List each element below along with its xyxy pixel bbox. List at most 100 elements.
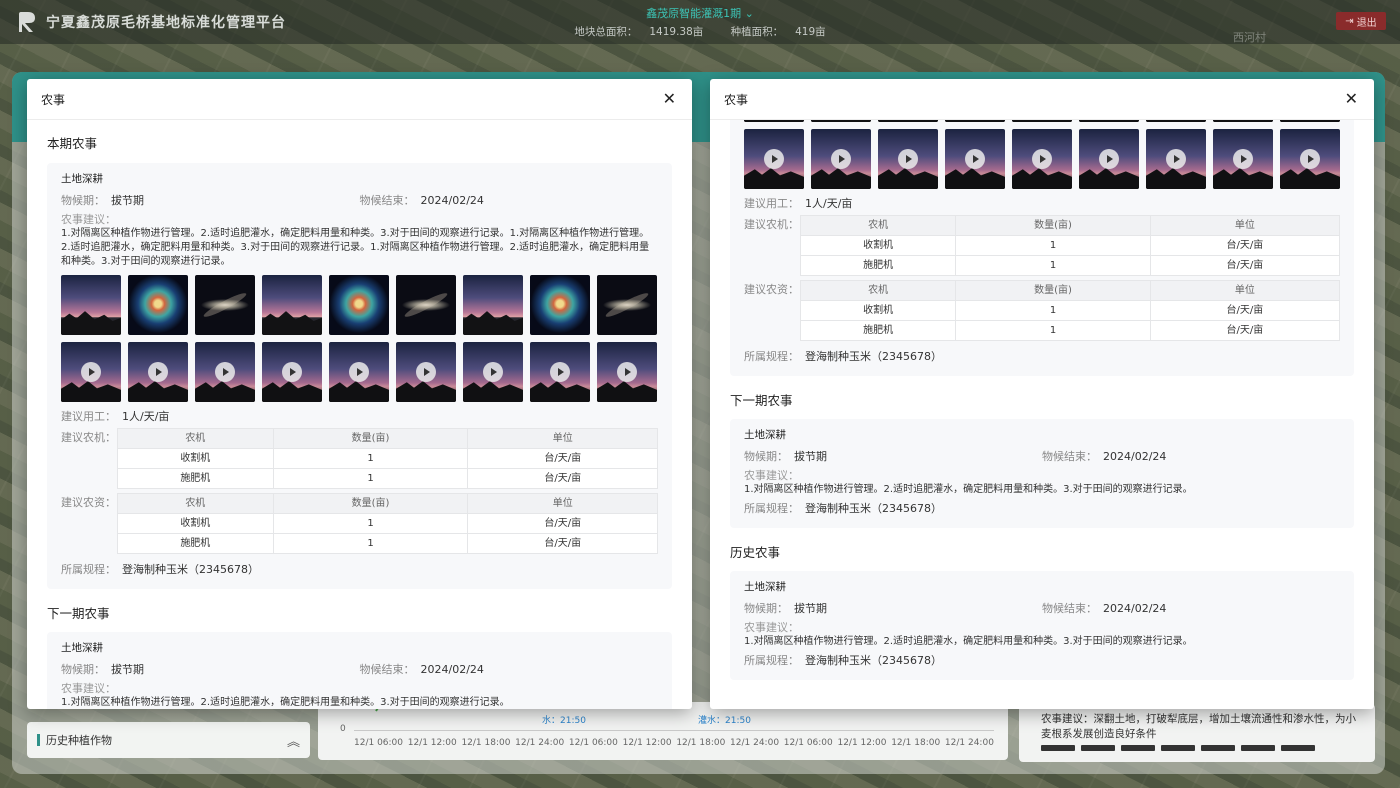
logout-button[interactable]: ⇥ 退出 — [1336, 12, 1386, 30]
advice-text: 1.对隔离区种植作物进行管理。2.适时追肥灌水，确定肥料用量和种类。3.对于田间… — [61, 697, 510, 708]
video-thumbnail[interactable] — [1146, 120, 1206, 122]
x-axis-ticks: 12/1 06:00 12/1 12:00 12/1 18:00 12/1 24… — [354, 738, 994, 748]
table-header: 单位 — [1149, 280, 1341, 301]
close-icon[interactable]: ✕ — [1345, 91, 1358, 107]
video-thumbnail[interactable] — [262, 342, 322, 402]
section-title-current: 本期农事 — [47, 136, 98, 151]
materials-label: 建议农资： — [61, 496, 116, 509]
modal-header: 农事 ✕ — [710, 79, 1374, 120]
x-tick: 12/1 06:00 — [354, 738, 404, 748]
y-tick-zero: 0 — [340, 724, 346, 734]
video-thumbnail[interactable] — [811, 129, 871, 189]
photo-thumbnail[interactable] — [329, 275, 389, 335]
phenology-label: 物候期： — [61, 662, 105, 676]
logout-icon: ⇥ — [1345, 15, 1354, 27]
current-farming-card: 土地深耕 物候期： 拔节期 物候结束： 2024/02/24 农事建议： 1.对隔离… — [47, 163, 672, 589]
video-thumbnail[interactable] — [195, 342, 255, 402]
farming-title: 土地深耕 — [744, 429, 786, 441]
photo-thumbnail[interactable] — [128, 275, 188, 335]
base-selector[interactable]: 鑫茂原智能灌溉1期 ⌄ — [0, 5, 1400, 21]
rule-value: 登海制种玉米（2345678） — [805, 654, 942, 667]
media-gallery — [61, 275, 658, 402]
video-thumbnail[interactable] — [396, 342, 456, 402]
phenology-label: 物候期： — [744, 449, 788, 463]
video-thumbnail[interactable] — [61, 342, 121, 402]
close-icon[interactable]: ✕ — [663, 91, 676, 107]
x-tick: 12/1 12:00 — [407, 738, 457, 748]
video-thumbnail[interactable] — [1213, 120, 1273, 122]
phenology-value: 拔节期 — [794, 601, 827, 615]
farming-modal-left: 农事 ✕ 本期农事 土地深耕 物候期： 拔节期 物候结束： 2024/02/24 农… — [27, 79, 692, 709]
video-thumbnail[interactable] — [878, 129, 938, 189]
x-tick: 12/1 18:00 — [461, 738, 511, 748]
photo-thumbnail[interactable] — [61, 275, 121, 335]
video-thumbnail[interactable] — [1280, 129, 1340, 189]
video-thumbnail[interactable] — [1146, 129, 1206, 189]
photo-thumbnail[interactable] — [597, 275, 657, 335]
irrigation-chart: 0 水：21:50 灌水：21:50 12/1 06:00 12/1 12:00… — [318, 676, 1008, 760]
next-farming-card: 土地深耕 物候期： 拔节期 物候结束： 2024/02/24 农事建议： 1.对隔离… — [47, 632, 672, 709]
video-thumbnail[interactable] — [1079, 120, 1139, 122]
video-thumbnail[interactable] — [1012, 120, 1072, 122]
rule-value: 登海制种玉米（2345678） — [805, 350, 942, 363]
play-icon — [81, 362, 101, 382]
play-icon — [1166, 149, 1186, 169]
table-row: 收割机 1 台/天/亩 — [117, 513, 658, 534]
play-icon — [349, 362, 369, 382]
table-row: 收割机 1 台/天/亩 — [117, 448, 658, 469]
rule-label: 所属规程： — [744, 654, 799, 667]
video-thumbnail[interactable] — [878, 120, 938, 122]
video-thumbnail[interactable] — [811, 120, 871, 122]
photo-thumbnail[interactable] — [195, 275, 255, 335]
video-thumbnail[interactable] — [945, 120, 1005, 122]
photo-thumbnail[interactable] — [530, 275, 590, 335]
section-title-history: 历史农事 — [730, 545, 781, 560]
video-thumbnail[interactable] — [945, 129, 1005, 189]
next-farming-card: 土地深耕 物候期： 拔节期 物候结束： 2024/02/24 农事建议： 1.对隔离… — [730, 419, 1354, 528]
video-thumbnail[interactable] — [744, 120, 804, 122]
modal-body[interactable]: 本期农事 土地深耕 物候期： 拔节期 物候结束： 2024/02/24 农事建议： … — [27, 120, 692, 709]
play-icon — [282, 362, 302, 382]
play-icon — [764, 149, 784, 169]
video-thumbnail[interactable] — [329, 342, 389, 402]
labor-value: 1人/天/亩 — [805, 197, 853, 210]
table-header: 单位 — [467, 428, 658, 449]
video-thumbnail[interactable] — [530, 342, 590, 402]
x-tick: 12/1 12:00 — [622, 738, 672, 748]
phenology-value: 拔节期 — [111, 193, 144, 207]
logout-label: 退出 — [1356, 17, 1377, 29]
table-row: 施肥机 1 台/天/亩 — [799, 255, 1341, 276]
advice-text: 1.对隔离区种植作物进行管理。2.适时追肥灌水，确定肥料用量和种类。3.对于田间… — [61, 228, 650, 267]
video-thumbnail[interactable] — [1012, 129, 1072, 189]
photo-thumbnail[interactable] — [262, 275, 322, 335]
photo-thumbnail[interactable] — [396, 275, 456, 335]
section-title-next: 下一期农事 — [47, 606, 110, 621]
video-thumbnail[interactable] — [1280, 120, 1340, 122]
media-gallery — [744, 120, 1340, 189]
planting-area-value: 419亩 — [795, 26, 826, 38]
modal-title: 农事 — [41, 92, 66, 107]
section-marker — [37, 734, 40, 746]
phenology-label: 物候期： — [744, 601, 788, 615]
x-tick: 12/1 24:00 — [515, 738, 565, 748]
table-row: 施肥机 1 台/天/亩 — [117, 533, 658, 554]
planting-area-label: 种植面积： — [730, 26, 784, 38]
history-crops-toggle[interactable]: 历史种植作物 ︽ — [27, 722, 310, 758]
video-thumbnail[interactable] — [744, 129, 804, 189]
materials-table: 农机 数量(亩) 单位 收割机 1 台/天/亩 施肥机 1 台/天/亩 — [799, 280, 1341, 341]
phenology-end-value: 2024/02/24 — [420, 662, 484, 676]
section-title-next: 下一期农事 — [730, 393, 793, 408]
phenology-end-value: 2024/02/24 — [1103, 601, 1167, 615]
play-icon — [483, 362, 503, 382]
video-thumbnail[interactable] — [128, 342, 188, 402]
photo-thumbnail[interactable] — [463, 275, 523, 335]
video-thumbnail[interactable] — [1079, 129, 1139, 189]
video-thumbnail[interactable] — [1213, 129, 1273, 189]
play-icon — [550, 362, 570, 382]
x-tick: 12/1 18:00 — [891, 738, 941, 748]
base-name: 鑫茂原智能灌溉1期 — [646, 7, 742, 20]
modal-body[interactable]: 建议用工： 1人/天/亩 建议农机： 农机 数量(亩) 单位 收割机 1 台/天/亩 施肥… — [710, 120, 1374, 709]
video-thumbnail[interactable] — [463, 342, 523, 402]
video-thumbnail[interactable] — [597, 342, 657, 402]
x-tick: 12/1 24:00 — [730, 738, 780, 748]
